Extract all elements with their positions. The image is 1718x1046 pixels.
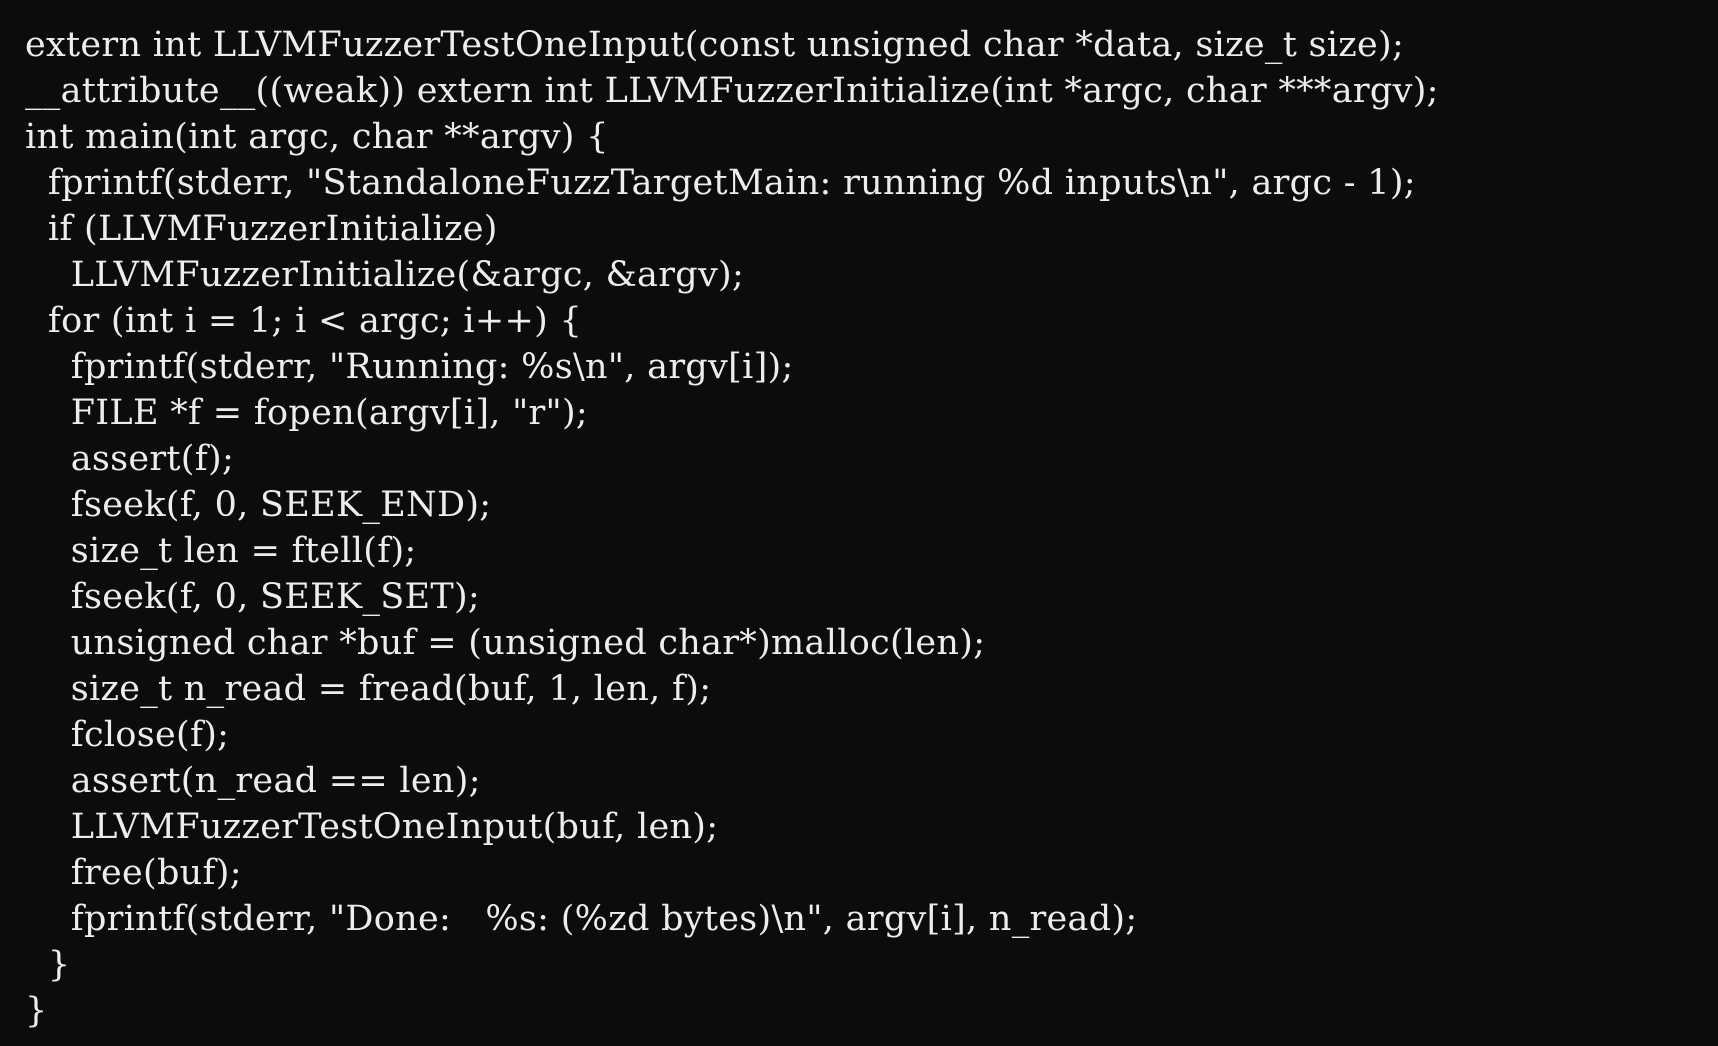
code-line: FILE *f = fopen(argv[i], "r"); — [25, 393, 589, 433]
code-line: LLVMFuzzerTestOneInput(buf, len); — [25, 807, 719, 847]
code-line: int main(int argc, char **argv) { — [25, 117, 609, 157]
code-line: LLVMFuzzerInitialize(&argc, &argv); — [25, 255, 745, 295]
code-line: fprintf(stderr, "Done: %s: (%zd bytes)\n… — [25, 899, 1138, 939]
code-line: __attribute__((weak)) extern int LLVMFuz… — [25, 71, 1439, 111]
code-line: fclose(f); — [25, 715, 230, 755]
code-line: fprintf(stderr, "StandaloneFuzzTargetMai… — [25, 163, 1416, 203]
code-line: if (LLVMFuzzerInitialize) — [25, 209, 498, 249]
code-line: extern int LLVMFuzzerTestOneInput(const … — [25, 25, 1405, 65]
code-line: unsigned char *buf = (unsigned char*)mal… — [25, 623, 986, 663]
code-line: assert(f); — [25, 439, 235, 479]
code-line: for (int i = 1; i < argc; i++) { — [25, 301, 583, 341]
code-viewer: extern int LLVMFuzzerTestOneInput(const … — [0, 0, 1718, 1046]
code-line: fseek(f, 0, SEEK_SET); — [25, 577, 481, 617]
code-line: } — [25, 945, 71, 985]
code-line: size_t len = ftell(f); — [25, 531, 417, 571]
code-line: free(buf); — [25, 853, 242, 893]
code-line: size_t n_read = fread(buf, 1, len, f); — [25, 669, 712, 709]
code-line: } — [25, 991, 48, 1031]
code-line: fseek(f, 0, SEEK_END); — [25, 485, 492, 525]
code-line: fprintf(stderr, "Running: %s\n", argv[i]… — [25, 347, 794, 387]
code-line: assert(n_read == len); — [25, 761, 481, 801]
